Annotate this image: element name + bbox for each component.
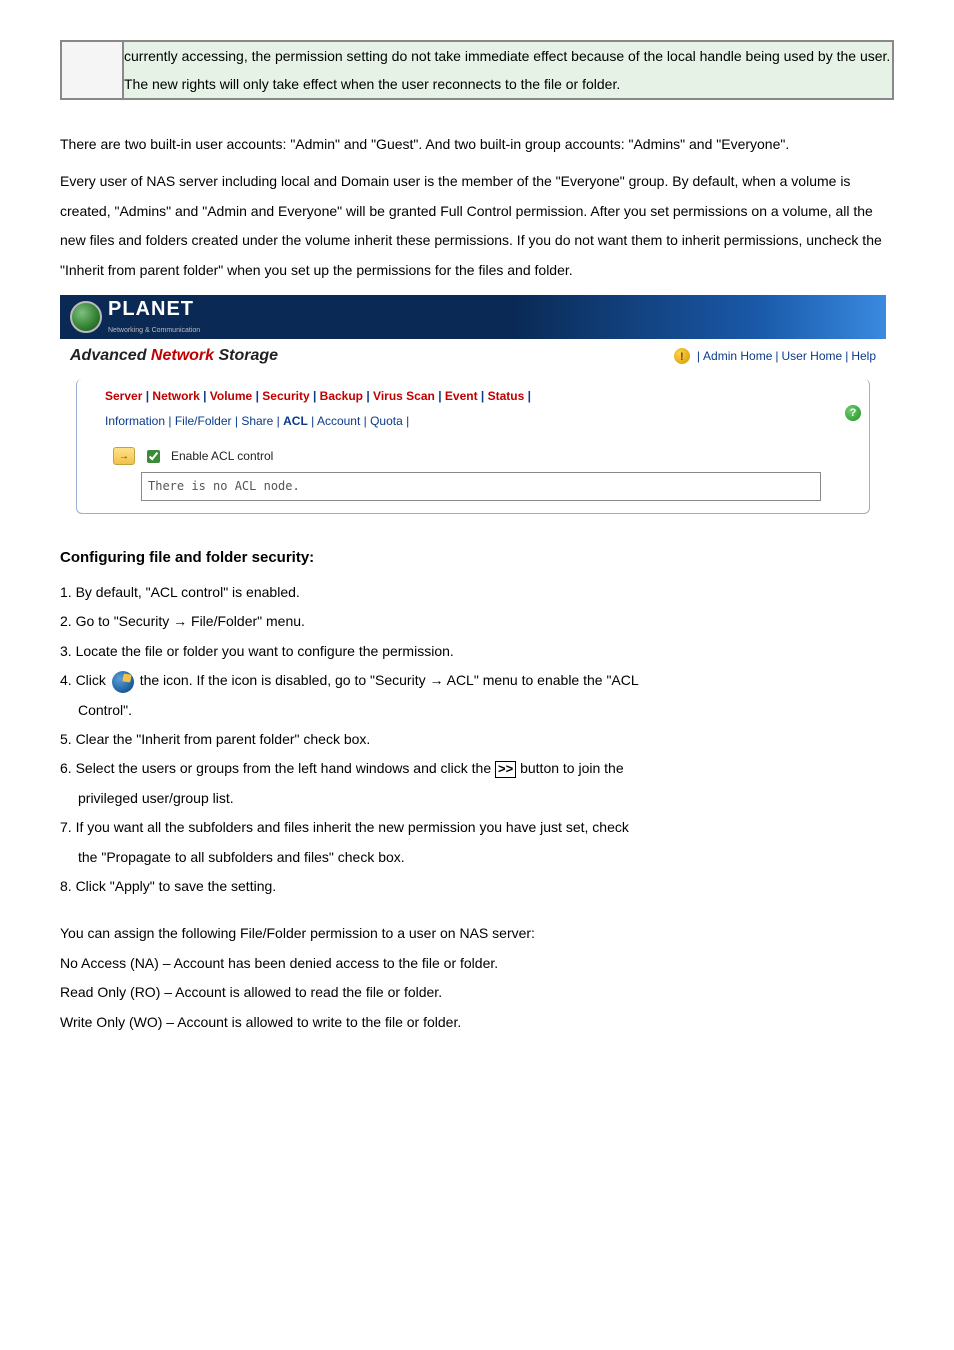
product-title: Advanced Network Storage (70, 341, 278, 371)
join-button-icon: >> (495, 761, 516, 777)
title-bar: Advanced Network Storage | Admin Home | … (60, 339, 886, 375)
step-2: 2. Go to "Security → File/Folder" menu. (60, 607, 894, 636)
logo-text-block: PLANET Networking & Communication (108, 297, 200, 337)
logo-subtitle: Networking & Communication (108, 324, 200, 337)
top-note-table: currently accessing, the permission sett… (60, 40, 894, 100)
logo-text: PLANET (108, 298, 194, 320)
header-links: | Admin Home | User Home | Help (674, 345, 876, 368)
step-6: 6. Select the users or groups from the l… (60, 754, 894, 813)
main-tabs: Server | Network | Volume | Security | B… (77, 385, 869, 408)
sep: | (845, 345, 848, 368)
acl-controls: → Enable ACL control There is no ACL nod… (113, 445, 833, 501)
tab-event[interactable]: Event (445, 389, 478, 403)
title-suffix: Storage (214, 347, 278, 364)
step-6a: 6. Select the users or groups from the l… (60, 760, 495, 776)
step-4a: 4. Click (60, 672, 110, 688)
tab-network[interactable]: Network (152, 389, 199, 403)
step-4b: the icon. If the icon is disabled, go to… (140, 672, 639, 688)
step-1: 1. By default, "ACL control" is enabled. (60, 578, 894, 607)
step-4: 4. Click the icon. If the icon is disabl… (60, 666, 894, 725)
step-5: 5. Clear the "Inherit from parent folder… (60, 725, 894, 754)
step-8: 8. Click "Apply" to save the setting. (60, 872, 894, 901)
permission-wo: Write Only (WO) – Account is allowed to … (60, 1008, 894, 1037)
logo-globe-icon (70, 301, 102, 333)
sub-tabs: Information | File/Folder | Share | ACL … (77, 408, 869, 433)
permissions-intro: You can assign the following File/Folder… (60, 919, 894, 948)
step-7b: the "Propagate to all subfolders and fil… (60, 843, 894, 872)
subtab-quota[interactable]: Quota (370, 414, 403, 428)
subtab-filefolder[interactable]: File/Folder (175, 414, 232, 428)
steps-list: 1. By default, "ACL control" is enabled.… (60, 578, 894, 901)
step-7a: 7. If you want all the subfolders and fi… (60, 819, 629, 835)
link-user-home[interactable]: User Home (782, 345, 843, 368)
enable-acl-label: Enable ACL control (171, 445, 273, 468)
acl-status-text: There is no ACL node. (141, 472, 821, 501)
acl-inline-icon (112, 671, 134, 693)
section-heading: Configuring file and folder security: (60, 544, 894, 573)
alert-icon[interactable] (674, 348, 690, 364)
main-panel: Server | Network | Volume | Security | B… (76, 379, 870, 513)
step-3: 3. Locate the file or folder you want to… (60, 637, 894, 666)
title-highlight: Network (151, 347, 214, 364)
subtab-acl[interactable]: ACL (283, 414, 308, 428)
permissions-block: You can assign the following File/Folder… (60, 919, 894, 1037)
subtab-information[interactable]: Information (105, 414, 165, 428)
link-admin-home[interactable]: Admin Home (703, 345, 772, 368)
intro-paragraph-1: There are two built-in user accounts: "A… (60, 130, 894, 159)
step-6c: privileged user/group list. (60, 784, 894, 813)
top-note-text: currently accessing, the permission sett… (123, 41, 893, 99)
app-screenshot: PLANET Networking & Communication Advanc… (60, 295, 886, 514)
enable-acl-checkbox[interactable] (147, 450, 160, 463)
sep: | (697, 345, 700, 368)
go-arrow-button[interactable]: → (113, 447, 135, 465)
permission-na: No Access (NA) – Account has been denied… (60, 949, 894, 978)
sep: | (775, 345, 778, 368)
tab-security[interactable]: Security (262, 389, 309, 403)
app-header: PLANET Networking & Communication (60, 295, 886, 339)
tab-server[interactable]: Server (105, 389, 142, 403)
title-prefix: Advanced (70, 347, 151, 364)
step-4c: Control". (60, 696, 894, 725)
intro-paragraph-2: Every user of NAS server including local… (60, 167, 894, 285)
step-7: 7. If you want all the subfolders and fi… (60, 813, 894, 872)
tab-backup[interactable]: Backup (320, 389, 363, 403)
top-note-left-cell (61, 41, 123, 99)
tab-status[interactable]: Status (488, 389, 525, 403)
tab-volume[interactable]: Volume (210, 389, 252, 403)
subtab-share[interactable]: Share (241, 414, 273, 428)
permission-ro: Read Only (RO) – Account is allowed to r… (60, 978, 894, 1007)
link-help[interactable]: Help (851, 345, 876, 368)
step-6b: button to join the (516, 760, 623, 776)
subtab-account[interactable]: Account (317, 414, 360, 428)
tab-virus[interactable]: Virus Scan (373, 389, 435, 403)
